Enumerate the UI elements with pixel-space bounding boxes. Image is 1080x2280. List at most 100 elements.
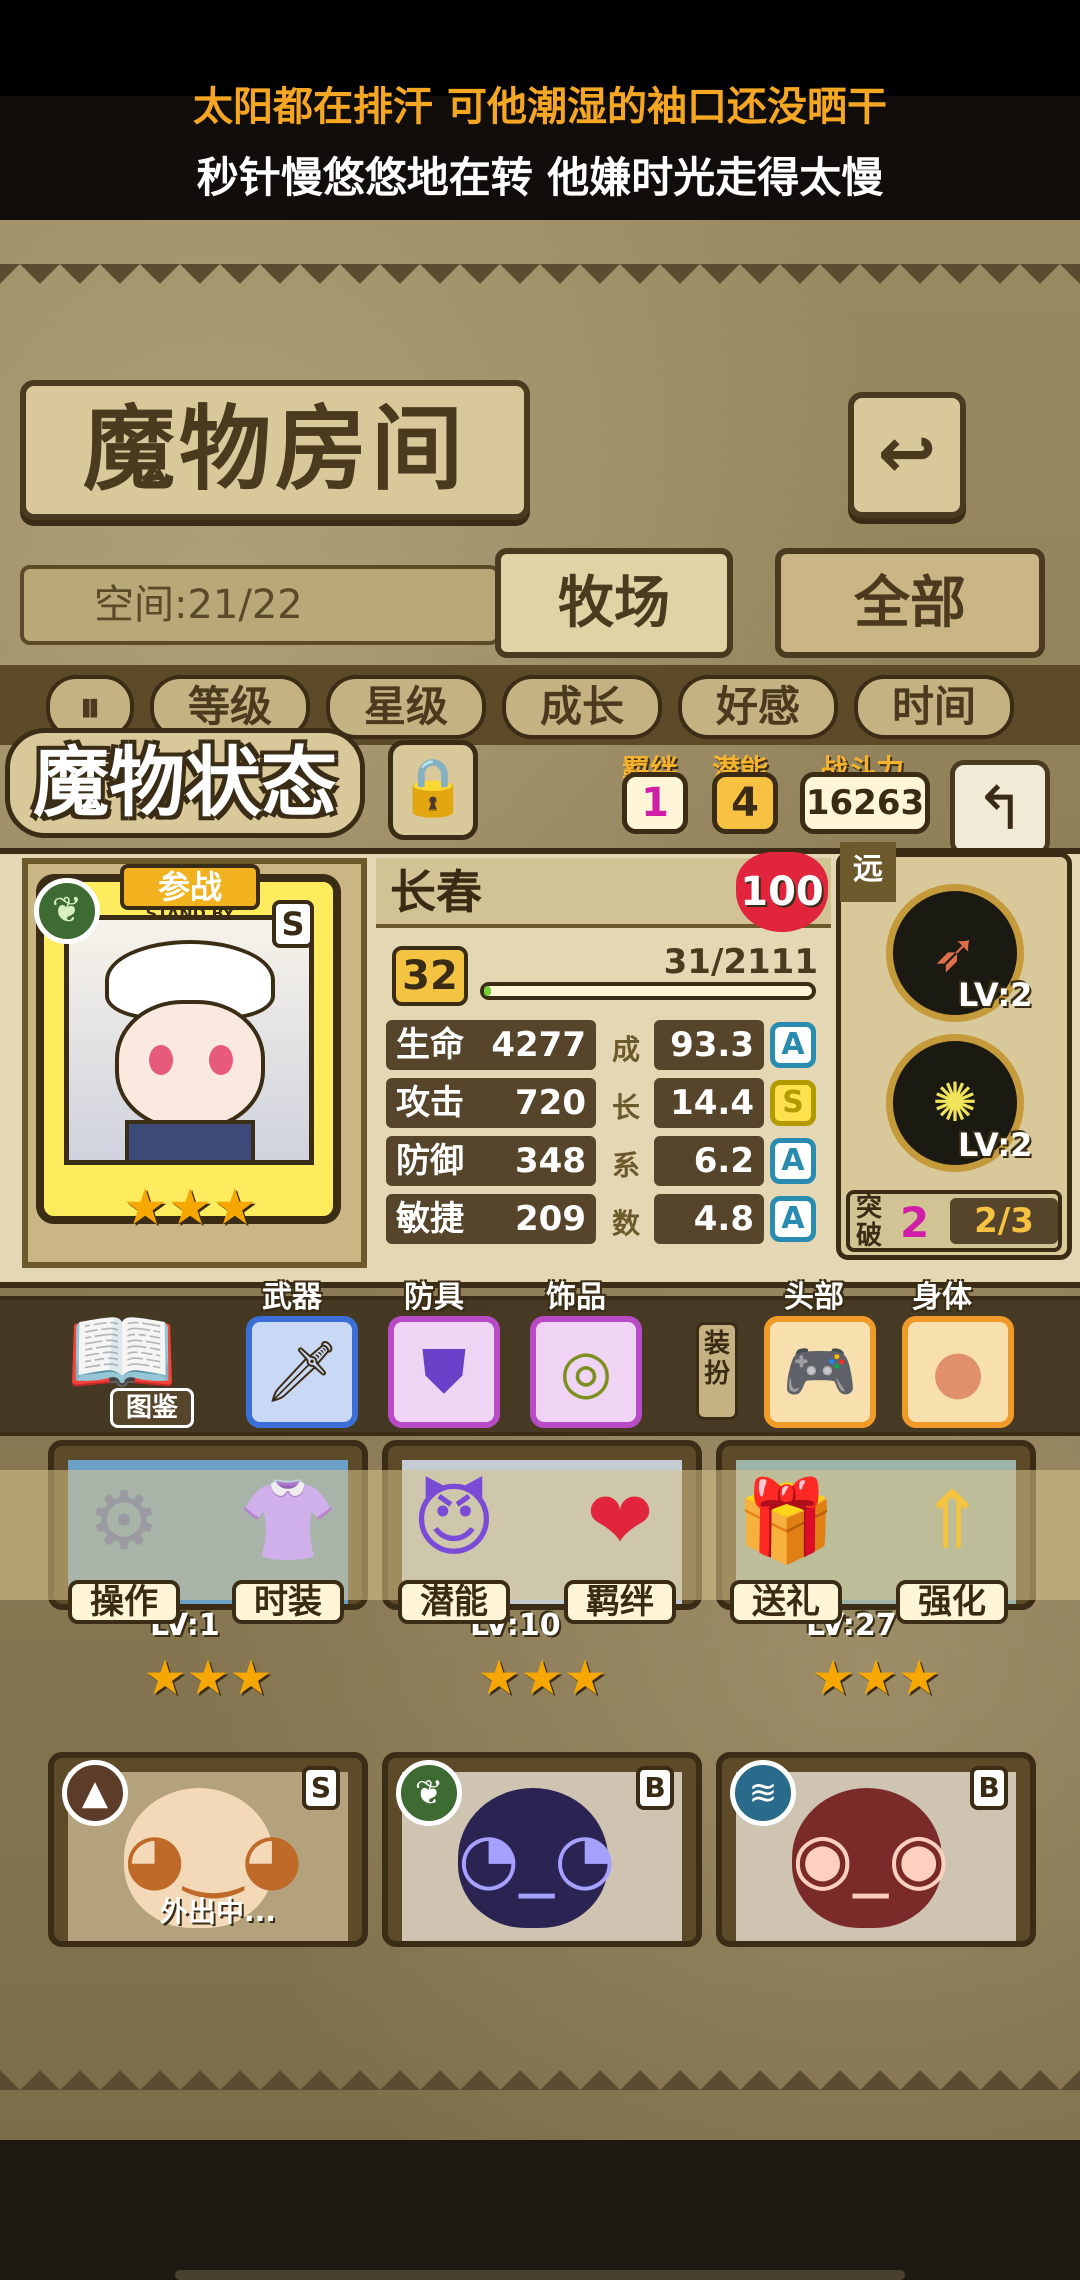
slot-label-body: 身体 (912, 1280, 972, 1315)
back-button[interactable]: ↩ (848, 392, 966, 518)
space-counter: 空间:21/22 (20, 565, 500, 645)
left-eye (149, 1045, 173, 1075)
gamepad-icon: 🎮 (782, 1337, 858, 1407)
sort-time-button[interactable]: 时间 (854, 675, 1014, 739)
accessory-slot[interactable]: ◎ (530, 1316, 642, 1428)
outfit-button[interactable]: 👚 时装 (226, 1462, 350, 1624)
gears-icon: ⚙ (88, 1474, 160, 1567)
back-arrow-icon: ↰ (974, 774, 1026, 844)
weapon-slot[interactable]: 🗡 (246, 1316, 358, 1428)
arrows-up-icon: ⇑ (918, 1474, 986, 1567)
stat-box: 防御 348 (386, 1136, 596, 1186)
close-status-button[interactable]: ↰ (950, 760, 1050, 856)
rank-badge: S (272, 900, 314, 948)
bond-action-label: 羁绊 (564, 1580, 676, 1624)
skill-2-level: LV:2 (958, 1126, 1033, 1164)
room-title: 魔物房间 (20, 380, 530, 520)
away-status: 外出中... (160, 1895, 276, 1928)
slot-label-head: 头部 (784, 1280, 844, 1315)
hearts-icon: ❤ (586, 1474, 654, 1567)
body-slot[interactable]: ● (902, 1316, 1014, 1428)
stat-name: 敏捷 (396, 1199, 464, 1239)
affection-heart-icon: 100 (736, 852, 828, 932)
stat-value: 348 (515, 1141, 586, 1181)
bond-value: 1 (622, 772, 688, 834)
range-tag: 远 (840, 842, 896, 902)
sort-growth-button[interactable]: 成长 (502, 675, 662, 739)
card-stars: ★★★ (811, 1650, 941, 1706)
lock-button[interactable]: 🔒 (388, 740, 478, 840)
devil-icon: 😈 (412, 1474, 496, 1567)
padlock-icon: 🔒 (398, 755, 468, 820)
leaf-element-icon: ❦ (34, 878, 100, 944)
uniform (125, 1120, 255, 1160)
stat-box: 攻击 720 (386, 1078, 596, 1128)
yellow-burst-icon: ✺ (932, 1071, 978, 1134)
stat-value: 209 (515, 1199, 586, 1239)
operate-button[interactable]: ⚙ 操作 (62, 1462, 186, 1624)
gift-icon: 🎁 (736, 1474, 836, 1567)
stat-value: 720 (515, 1083, 586, 1123)
body-item-icon: ● (931, 1337, 985, 1407)
rank-badge: S (302, 1766, 340, 1810)
head-slot[interactable]: 🎮 (764, 1316, 876, 1428)
growth-label-char: 系 (612, 1149, 641, 1182)
stat-row-agility: 敏捷 209 数 4.8 A (386, 1194, 816, 1250)
outfit-label: 时装 (232, 1580, 344, 1624)
armor-icon: ⛊ (421, 1337, 467, 1407)
lyric-line-2: 秒针慢悠悠地在转 他嫌时光走得太慢 (196, 153, 884, 202)
monster-status-header: 魔物状态 (5, 728, 365, 838)
face (115, 1000, 265, 1130)
return-arrow-icon: ↩ (877, 412, 937, 494)
stat-box: 敏捷 209 (386, 1194, 596, 1244)
zigzag-border-bottom (0, 2050, 1080, 2090)
lyrics-overlay: 太阳都在排汗 可他潮湿的袖口还没晒干 秒针慢悠悠地在转 他嫌时光走得太慢 (0, 70, 1080, 220)
water-icon: ≋ (730, 1760, 796, 1826)
stat-row-attack: 攻击 720 长 14.4 S (386, 1078, 816, 1134)
star-rating: ★★★ (122, 1178, 258, 1236)
breakthrough-box[interactable]: 突破 2 2/3 (846, 1190, 1062, 1252)
growth-value: 6.2 (654, 1136, 764, 1186)
standby-english: STAND BY (145, 904, 235, 923)
stat-value: 4277 (491, 1025, 586, 1065)
potential-value: 4 (712, 772, 778, 834)
grade-badge: S (770, 1080, 816, 1126)
growth-value: 4.8 (654, 1194, 764, 1244)
sort-star-button[interactable]: 星级 (326, 675, 486, 739)
bottom-area (0, 2140, 1080, 2280)
zigzag-border-top (0, 264, 1080, 304)
operate-label: 操作 (68, 1580, 180, 1624)
right-eye (209, 1045, 233, 1075)
home-indicator[interactable] (175, 2270, 905, 2280)
missile-icon: ➶ (932, 921, 978, 984)
grade-badge: A (770, 1022, 816, 1068)
enhance-label: 强化 (896, 1580, 1008, 1624)
exp-bar-fill (484, 986, 491, 996)
enhance-button[interactable]: ⇑ 强化 (890, 1462, 1014, 1624)
grade-badge: A (770, 1138, 816, 1184)
tab-all[interactable]: 全部 (775, 548, 1045, 658)
gift-button[interactable]: 🎁 送礼 (724, 1462, 848, 1624)
growth-value: 93.3 (654, 1020, 764, 1070)
ring-icon: ◎ (559, 1337, 613, 1407)
monster-portrait[interactable] (64, 915, 314, 1165)
sort-affection-button[interactable]: 好感 (678, 675, 838, 739)
level-badge: 32 (392, 946, 468, 1006)
gift-label: 送礼 (730, 1580, 842, 1624)
exp-text: 31/2111 (663, 942, 818, 982)
lyric-line-1: 太阳都在排汗 可他潮湿的袖口还没晒干 (193, 84, 887, 130)
dress-up-label[interactable]: 装扮 (696, 1322, 738, 1420)
potential-button[interactable]: 😈 潜能 (392, 1462, 516, 1624)
breakthrough-count: 2 (900, 1198, 930, 1247)
character-face: ◔_◔ (458, 1788, 615, 1928)
power-value: 16263 (800, 772, 930, 834)
skill-1-level: LV:2 (958, 976, 1033, 1014)
rank-badge: B (636, 1766, 674, 1810)
breakthrough-label: 突破 (856, 1193, 883, 1251)
bond-button[interactable]: ❤ 羁绊 (558, 1462, 682, 1624)
tab-ranch[interactable]: 牧场 (495, 548, 733, 658)
slot-label-armor: 防具 (404, 1280, 464, 1315)
stat-row-defense: 防御 348 系 6.2 A (386, 1136, 816, 1192)
stat-name: 防御 (396, 1141, 464, 1181)
armor-slot[interactable]: ⛊ (388, 1316, 500, 1428)
